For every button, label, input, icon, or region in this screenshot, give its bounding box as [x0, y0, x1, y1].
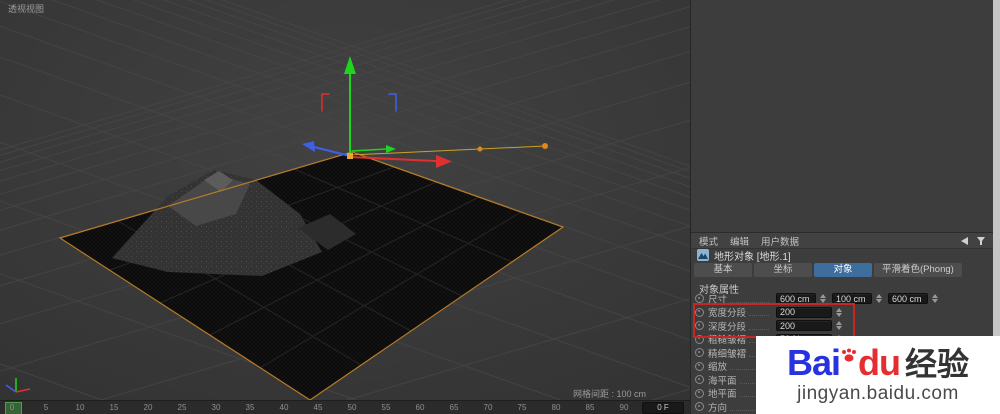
timeline-tick: 65: [449, 403, 459, 412]
timeline-tick: 90: [619, 403, 629, 412]
timeline-tick: 45: [313, 403, 323, 412]
keyframe-dot[interactable]: [695, 348, 704, 358]
attribute-mode-bar: 模式 编辑 用户数据: [691, 232, 994, 249]
axis-handle-dot[interactable]: [477, 146, 483, 152]
timeline-tick: 10: [75, 403, 85, 412]
tab-coordinates[interactable]: 坐标: [754, 263, 812, 277]
timeline-tick: 35: [245, 403, 255, 412]
grid-spacing-label: 网格间距 : 100 cm: [572, 389, 646, 399]
watermark-url: jingyan.baidu.com: [797, 383, 959, 404]
object-title: 地形对象 [地形.1]: [714, 251, 791, 263]
timeline-tick: 0: [9, 403, 15, 412]
tab-basic[interactable]: 基本: [694, 263, 752, 277]
baidu-logo: Bai du 经验: [787, 345, 969, 381]
mode-item-user-data[interactable]: 用户数据: [761, 234, 799, 248]
terrain-object-icon: [697, 249, 709, 261]
timeline-tick: 50: [347, 403, 357, 412]
filter-icon[interactable]: [976, 236, 986, 246]
timeline-tick: 80: [551, 403, 561, 412]
timeline-tick: 25: [177, 403, 187, 412]
frame-field[interactable]: 0 F: [642, 402, 684, 414]
timeline-tick: 15: [109, 403, 119, 412]
keyframe-dot[interactable]: [695, 375, 704, 385]
viewport-label: 透视视图: [8, 4, 45, 14]
keyframe-dot[interactable]: [695, 402, 704, 412]
viewport-3d[interactable]: 透视视图 网格间距 : 100 cm: [0, 0, 690, 400]
field-size-2[interactable]: 600 cm: [888, 293, 928, 305]
annotation-highlight-box: [693, 303, 855, 338]
baidu-logo-du: du: [858, 342, 901, 383]
baidu-logo-bai: Bai: [786, 342, 841, 383]
c4d-window: 透视视图 网格间距 : 100 cm 0 5 10 15 20 25 30 35 40 45 50 5…: [0, 0, 1000, 414]
stepper-size-1[interactable]: [876, 294, 884, 304]
timeline-tick: 5: [43, 403, 49, 412]
axis-handle-dot[interactable]: [542, 143, 548, 149]
mode-item-edit[interactable]: 编辑: [730, 234, 749, 248]
timeline-tick: 75: [517, 403, 527, 412]
timeline-tick: 30: [211, 403, 221, 412]
mode-bar-icons: [961, 236, 994, 246]
timeline-tick: 20: [143, 403, 153, 412]
gizmo-center[interactable]: [347, 153, 353, 159]
timeline-tick: 40: [279, 403, 289, 412]
baidu-logo-jingyan: 经验: [905, 346, 970, 382]
object-header: 地形对象 [地形.1]: [691, 248, 994, 263]
baidu-paw-icon: [841, 348, 857, 367]
back-arrow-icon[interactable]: [961, 236, 968, 245]
stepper-size-2[interactable]: [932, 294, 940, 304]
attribute-tabs: 基本 坐标 对象 平滑着色(Phong): [694, 263, 991, 277]
keyframe-dot[interactable]: [695, 294, 704, 304]
timeline-tick: 70: [483, 403, 493, 412]
keyframe-dot[interactable]: [695, 361, 704, 371]
tab-object[interactable]: 对象: [814, 263, 872, 277]
baidu-jingyan-watermark: Bai du 经验 jingyan.baidu.com: [756, 336, 1000, 414]
timeline-tick: 55: [381, 403, 391, 412]
timeline-tick: 85: [585, 403, 595, 412]
field-value: 600 cm: [892, 293, 922, 304]
tab-phong[interactable]: 平滑着色(Phong): [874, 263, 962, 277]
timeline-tick: 60: [415, 403, 425, 412]
timeline-ruler[interactable]: 0 5 10 15 20 25 30 35 40 45 50 55 60 65 70 75 80 85 90 0 F: [0, 400, 690, 414]
viewport-canvas[interactable]: [0, 0, 690, 400]
keyframe-dot[interactable]: [695, 388, 704, 398]
stepper-size-0[interactable]: [820, 294, 828, 304]
mode-item-mode[interactable]: 模式: [699, 234, 718, 248]
